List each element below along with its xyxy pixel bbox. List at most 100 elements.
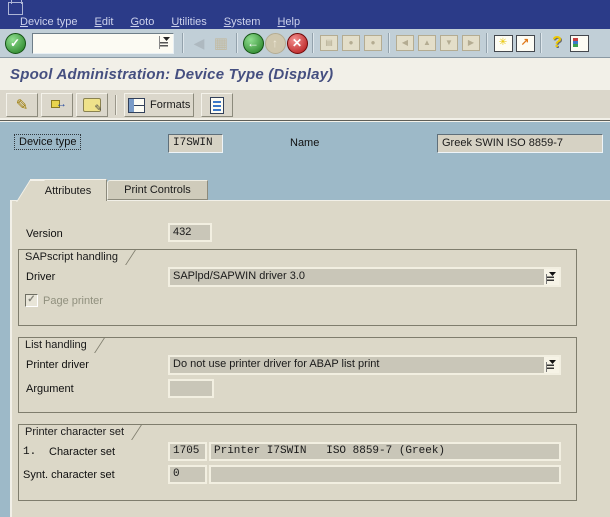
where-used-button[interactable] xyxy=(41,93,73,117)
charset-row1-number: 1. xyxy=(23,446,36,458)
application-toolbar: ✎ Formats xyxy=(0,90,610,121)
name-field[interactable]: Greek SWIN ISO 8859-7 xyxy=(437,134,603,153)
group-printer-character-set: Printer character set 1. Character set 1… xyxy=(18,424,577,501)
back-circle-icon: ← xyxy=(243,33,264,54)
toolbar-separator xyxy=(540,33,542,53)
back-icon: ◀ xyxy=(194,35,205,52)
toolbar-separator xyxy=(182,33,184,53)
save-icon: ▦ xyxy=(214,34,228,52)
tab-attributes[interactable]: Attributes xyxy=(30,179,107,201)
new-session-button[interactable]: ✳ xyxy=(492,32,514,54)
notes-button[interactable] xyxy=(76,93,108,117)
sap-window: Device type Edit Goto Utilities System H… xyxy=(0,0,610,517)
toolbar-separator xyxy=(115,95,117,115)
first-page-icon: ◀ xyxy=(396,35,414,51)
window-titlebar xyxy=(0,0,610,16)
standard-toolbar: ✓ ◀ ▦ ← ↑ ✕ ▤ ● ● ◀ ▲ ▼ ▶ ✳ ↗ ? xyxy=(0,29,610,58)
printer-driver-dropdown-icon[interactable] xyxy=(544,357,559,373)
log-icon xyxy=(210,97,224,114)
find-button[interactable]: ● xyxy=(340,32,362,54)
exit-button[interactable]: ↑ xyxy=(264,32,286,54)
menu-utilities[interactable]: Utilities xyxy=(171,16,206,29)
next-page-icon: ▼ xyxy=(440,35,458,51)
tab-attributes-label: Attributes xyxy=(45,185,91,197)
command-dropdown-icon[interactable] xyxy=(159,36,171,49)
toolbar-separator xyxy=(486,33,488,53)
action-log-button[interactable] xyxy=(201,93,233,117)
formats-button-label: Formats xyxy=(150,99,190,111)
menu-system[interactable]: System xyxy=(224,16,261,29)
group-list-title: List handling xyxy=(19,338,91,353)
driver-combo[interactable]: SAPlpd/SAPWIN driver 3.0 xyxy=(168,267,561,287)
next-page-button[interactable]: ▼ xyxy=(438,32,460,54)
printer-driver-combo-value: Do not use printer driver for ABAP list … xyxy=(173,358,379,370)
device-type-field[interactable]: I7SWIN xyxy=(168,134,223,153)
driver-dropdown-icon[interactable] xyxy=(544,269,559,285)
header-band: Device type I7SWIN Name Greek SWIN ISO 8… xyxy=(0,121,610,169)
help-icon: ? xyxy=(552,34,562,52)
previous-page-button[interactable]: ▲ xyxy=(416,32,438,54)
title-row: Spool Administration: Device Type (Displ… xyxy=(0,58,610,90)
menu-goto[interactable]: Goto xyxy=(130,16,154,29)
last-page-button[interactable]: ▶ xyxy=(460,32,482,54)
menu-help[interactable]: Help xyxy=(277,16,300,29)
synt-charset-text-field xyxy=(209,465,561,484)
pencil-icon: ✎ xyxy=(16,98,29,113)
previous-page-icon: ▲ xyxy=(418,35,436,51)
group-charset-title: Printer character set xyxy=(19,425,128,440)
formats-button[interactable]: Formats xyxy=(124,93,194,117)
formats-table-icon xyxy=(128,98,145,113)
print-button[interactable]: ▤ xyxy=(318,32,340,54)
find-next-icon: ● xyxy=(364,35,382,51)
last-page-icon: ▶ xyxy=(462,35,480,51)
argument-label: Argument xyxy=(26,383,74,395)
charset-row1-label: Character set xyxy=(49,446,115,458)
charset-text-field: Printer I7SWIN ISO 8859-7 (Greek) xyxy=(209,442,561,461)
enter-button[interactable]: ✓ xyxy=(4,32,26,54)
cancel-button[interactable]: ✕ xyxy=(286,32,308,54)
tab-print-controls-label: Print Controls xyxy=(124,184,191,196)
printer-driver-label: Printer driver xyxy=(26,359,89,371)
driver-label: Driver xyxy=(26,271,55,283)
window-icon xyxy=(8,2,23,15)
up-circle-icon: ↑ xyxy=(265,33,286,54)
printer-driver-combo[interactable]: Do not use printer driver for ABAP list … xyxy=(168,355,561,375)
first-page-button[interactable]: ◀ xyxy=(394,32,416,54)
menubar: Device type Edit Goto Utilities System H… xyxy=(0,16,610,29)
synt-charset-code-field: 0 xyxy=(168,465,207,484)
display-change-button[interactable]: ✎ xyxy=(6,93,38,117)
command-field[interactable] xyxy=(32,33,174,54)
menu-edit[interactable]: Edit xyxy=(94,16,113,29)
page-printer-checkbox[interactable]: ✓ xyxy=(25,294,38,307)
where-used-icon xyxy=(48,98,66,113)
save-button[interactable]: ▦ xyxy=(210,32,232,54)
attributes-panel: Version 432 SAPscript handling Driver SA… xyxy=(10,200,610,517)
tab-print-controls[interactable]: Print Controls xyxy=(107,180,208,200)
new-session-icon: ✳ xyxy=(494,35,513,52)
charset-row2-label: Synt. character set xyxy=(23,469,115,481)
version-label: Version xyxy=(26,228,63,240)
back-exit-button[interactable]: ← xyxy=(242,32,264,54)
content-area: Attributes Print Controls Version 432 SA… xyxy=(0,169,610,517)
group-sapscript-handling: SAPscript handling Driver SAPlpd/SAPWIN … xyxy=(18,249,577,326)
name-label: Name xyxy=(290,137,319,149)
page-printer-label: Page printer xyxy=(43,295,103,307)
toolbar-separator xyxy=(236,33,238,53)
driver-combo-value: SAPlpd/SAPWIN driver 3.0 xyxy=(173,270,305,282)
menu-device-type[interactable]: Device type xyxy=(20,16,77,29)
cancel-icon: ✕ xyxy=(287,33,308,54)
notes-icon xyxy=(83,98,101,112)
help-button[interactable]: ? xyxy=(546,32,568,54)
create-shortcut-button[interactable]: ↗ xyxy=(514,32,536,54)
back-button[interactable]: ◀ xyxy=(188,32,210,54)
charset-code-field: 1705 xyxy=(168,442,207,461)
find-icon: ● xyxy=(342,35,360,51)
page-title: Spool Administration: Device Type (Displ… xyxy=(10,66,333,83)
customize-layout-button[interactable] xyxy=(568,32,590,54)
create-shortcut-icon: ↗ xyxy=(516,35,535,52)
customize-layout-icon xyxy=(570,35,589,52)
version-field: 432 xyxy=(168,223,212,242)
argument-field xyxy=(168,379,214,398)
toolbar-separator xyxy=(388,33,390,53)
find-next-button[interactable]: ● xyxy=(362,32,384,54)
